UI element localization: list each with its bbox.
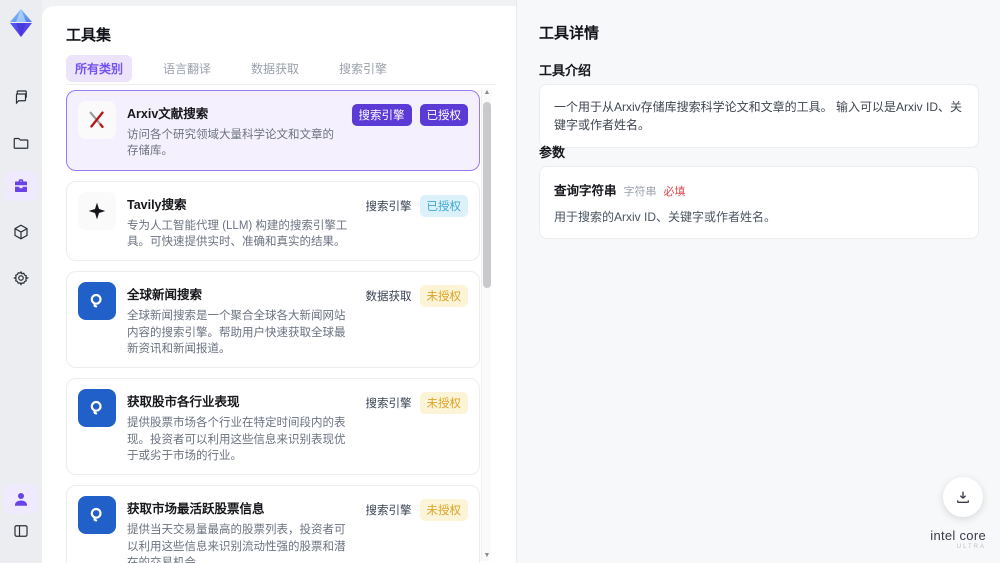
tab-所有类别[interactable]: 所有类别 [66,55,133,82]
toolset-panel: 工具集 所有类别 语言翻译 数据获取 搜索引擎 Arxiv文献搜索 访问各个研究领域大… [42,6,516,563]
left-icon-rail [0,0,42,563]
tool-list: Arxiv文献搜索 访问各个研究领域大量科学论文和文章的存储库。 搜索引擎 已授… [66,90,480,563]
intro-heading: 工具介绍 [539,63,592,78]
sidebar-item-toolset[interactable] [4,171,38,201]
tool-desc: 提供当天交易量最高的股票列表，投资者可以利用这些信息来识别流动性强的股票和潜在的… [127,524,346,563]
tabs-divider [66,84,496,85]
tool-category-label: 搜索引擎 [365,398,412,411]
sidebar-item-account[interactable] [4,484,38,514]
sidebar-item-chat[interactable] [4,82,38,112]
tool-status-badge: 未授权 [419,285,468,308]
gear-icon [13,270,30,286]
detail-title: 工具详情 [539,25,600,42]
tool-card[interactable]: Arxiv文献搜索 访问各个研究领域大量科学论文和文章的存储库。 搜索引擎 已授… [66,90,480,171]
tool-category-label: 数据获取 [365,291,412,304]
sidebar-item-settings[interactable] [4,263,38,293]
tool-category-label: 搜索引擎 [365,200,412,213]
sidebar-item-panel-toggle[interactable] [4,516,38,546]
tool-card[interactable]: 全球新闻搜索 全球新闻搜索是一个聚合全球各大新闻网站内容的搜索引擎。帮助用户快速… [66,271,480,369]
brand-text: intel core [930,528,986,543]
cube-icon [14,224,28,240]
tool-status-badge: 未授权 [419,499,468,522]
tab-数据获取[interactable]: 数据获取 [242,55,308,82]
tool-card[interactable]: Tavily搜索 专为人工智能代理 (LLM) 构建的搜索引擎工具。可快速提供实… [66,180,480,262]
tool-name: 获取股市各行业表现 [127,395,240,410]
tool-status-badge: 已授权 [419,194,468,217]
tool-desc: 专为人工智能代理 (LLM) 构建的搜索引擎工具。可快速提供实时、准确和真实的结… [127,219,348,248]
tool-name: Tavily搜索 [127,197,187,212]
tool-category-label: 搜索引擎 [365,505,412,518]
toolbox-icon [15,179,27,192]
sidebar-item-models[interactable] [4,217,38,247]
scroll-down-arrow[interactable]: ▼ [482,551,492,561]
tool-card[interactable]: 获取股市各行业表现 提供股票市场各个行业在特定时间段内的表现。投资者可以利用这些… [66,378,480,476]
tool-desc: 访问各个研究领域大量科学论文和文章的存储库。 [127,129,334,158]
panel-toggle-icon [14,525,28,537]
params-heading: 参数 [539,145,566,160]
tool-status-badge: 已授权 [419,104,468,126]
intro-box: 一个用于从Arxiv存储库搜索科学论文和文章的工具。 输入可以是Arxiv ID… [539,84,979,148]
arxiv-icon [78,101,116,139]
tool-detail-panel: 工具详情 工具介绍 一个用于从Arxiv存储库搜索科学论文和文章的工具。 输入可… [516,0,1000,563]
tab-搜索引擎[interactable]: 搜索引擎 [330,55,396,82]
page-title: 工具集 [66,27,112,44]
news-search-icon [78,496,116,535]
app-window: 工具集 所有类别 语言翻译 数据获取 搜索引擎 Arxiv文献搜索 访问各个研究领域大… [0,0,1000,563]
sidebar-item-files[interactable] [4,128,38,158]
tool-desc: 提供股票市场各个行业在特定时间段内的表现。投资者可以利用这些信息来识别表现优于或… [127,417,346,462]
chat-icon [15,90,27,105]
tool-card[interactable]: 获取市场最活跃股票信息 提供当天交易量最高的股票列表，投资者可以利用这些信息来识… [66,485,480,563]
tool-name: Arxiv文献搜索 [127,107,209,121]
news-search-icon [78,282,116,321]
param-desc: 用于搜索的Arxiv ID、关键字或作者姓名。 [554,210,777,224]
param-required-badge: 必填 [663,186,686,198]
tool-desc: 全球新闻搜索是一个聚合全球各大新闻网站内容的搜索引擎。帮助用户快速获取全球最新资… [127,310,346,355]
news-search-icon [78,389,116,428]
intel-core-logo: intel core ULTRA [930,529,986,550]
download-button[interactable] [943,477,983,517]
param-type: 字符串 [623,186,657,198]
list-scrollbar[interactable]: ▲ ▼ [481,88,491,561]
tool-name: 获取市场最活跃股票信息 [127,502,265,517]
tool-status-badge: 未授权 [419,392,468,415]
param-box: 查询字符串 字符串 必填 用于搜索的Arxiv ID、关键字或作者姓名。 [539,166,979,239]
download-icon [957,491,969,503]
user-icon [15,493,27,506]
tool-category-label: 搜索引擎 [351,104,412,126]
folder-icon [13,137,29,149]
app-logo [10,9,32,37]
scrollbar-thumb[interactable] [483,102,491,288]
category-tabs: 所有类别 语言翻译 数据获取 搜索引擎 [66,55,396,82]
param-name: 查询字符串 [554,184,617,198]
intro-text: 一个用于从Arxiv存储库搜索科学论文和文章的工具。 输入可以是Arxiv ID… [554,100,963,132]
tab-语言翻译[interactable]: 语言翻译 [154,55,220,82]
brand-sub-text: ULTRA [956,544,986,550]
tool-name: 全球新闻搜索 [127,288,203,303]
tavily-icon [78,191,116,230]
scroll-up-arrow[interactable]: ▲ [482,88,492,98]
